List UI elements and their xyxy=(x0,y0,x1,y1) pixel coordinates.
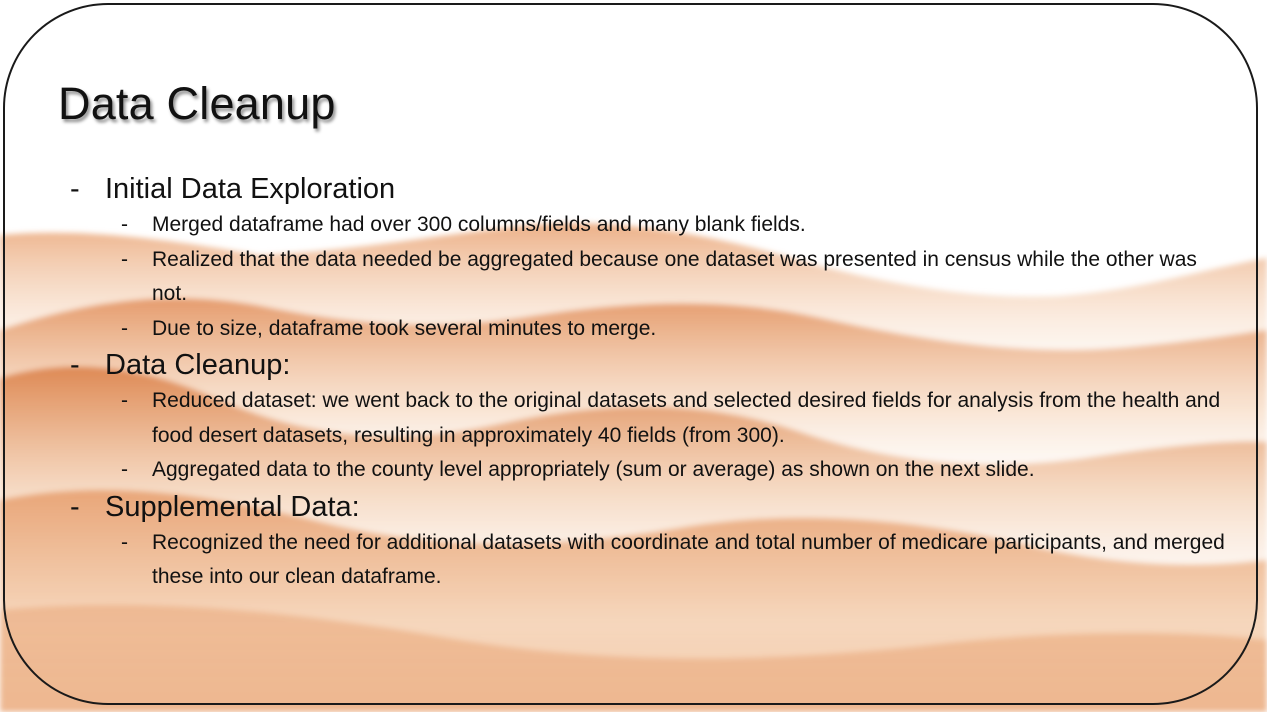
sub-bullet: - Merged dataframe had over 300 columns/… xyxy=(0,208,1267,243)
bullet-marker: - xyxy=(70,349,80,381)
sub-bullet-text: Reduced dataset: we went back to the ori… xyxy=(152,389,1221,447)
sub-bullet: - Recognized the need for additional dat… xyxy=(0,526,1267,595)
slide-title: Data Cleanup xyxy=(58,78,336,129)
sub-bullet-text: Merged dataframe had over 300 columns/fi… xyxy=(152,213,806,236)
slide: Data Cleanup - Initial Data Exploration … xyxy=(0,0,1267,712)
section-heading-data-cleanup: - Data Cleanup: xyxy=(0,346,1267,384)
bullet-marker: - xyxy=(121,247,128,271)
sub-bullet: - Reduced dataset: we went back to the o… xyxy=(0,384,1267,453)
bullet-marker: - xyxy=(70,490,80,523)
sub-bullet-text: Recognized the need for additional datas… xyxy=(152,530,1225,589)
bullet-marker: - xyxy=(70,173,80,205)
bullet-list: - Initial Data Exploration - Merged data… xyxy=(0,170,1267,595)
section-heading-supplemental-data: - Supplemental Data: xyxy=(0,488,1267,526)
section-heading-text: Initial Data Exploration xyxy=(105,173,396,205)
sub-bullet: - Due to size, dataframe took several mi… xyxy=(0,312,1267,347)
section-heading-text: Supplemental Data: xyxy=(105,490,360,523)
bullet-marker: - xyxy=(121,316,128,340)
sub-bullet-text: Aggregated data to the county level appr… xyxy=(152,458,1035,481)
section-heading-text: Data Cleanup: xyxy=(105,349,291,381)
bullet-marker: - xyxy=(121,389,128,412)
sub-bullet: - Aggregated data to the county level ap… xyxy=(0,453,1267,488)
bullet-marker: - xyxy=(121,530,128,554)
sub-bullet-text: Realized that the data needed be aggrega… xyxy=(152,247,1197,306)
bullet-marker: - xyxy=(121,458,128,481)
bullet-marker: - xyxy=(121,213,128,236)
sub-bullet: - Realized that the data needed be aggre… xyxy=(0,243,1267,312)
section-heading-initial-data-exploration: - Initial Data Exploration xyxy=(0,170,1267,208)
sub-bullet-text: Due to size, dataframe took several minu… xyxy=(152,316,657,340)
